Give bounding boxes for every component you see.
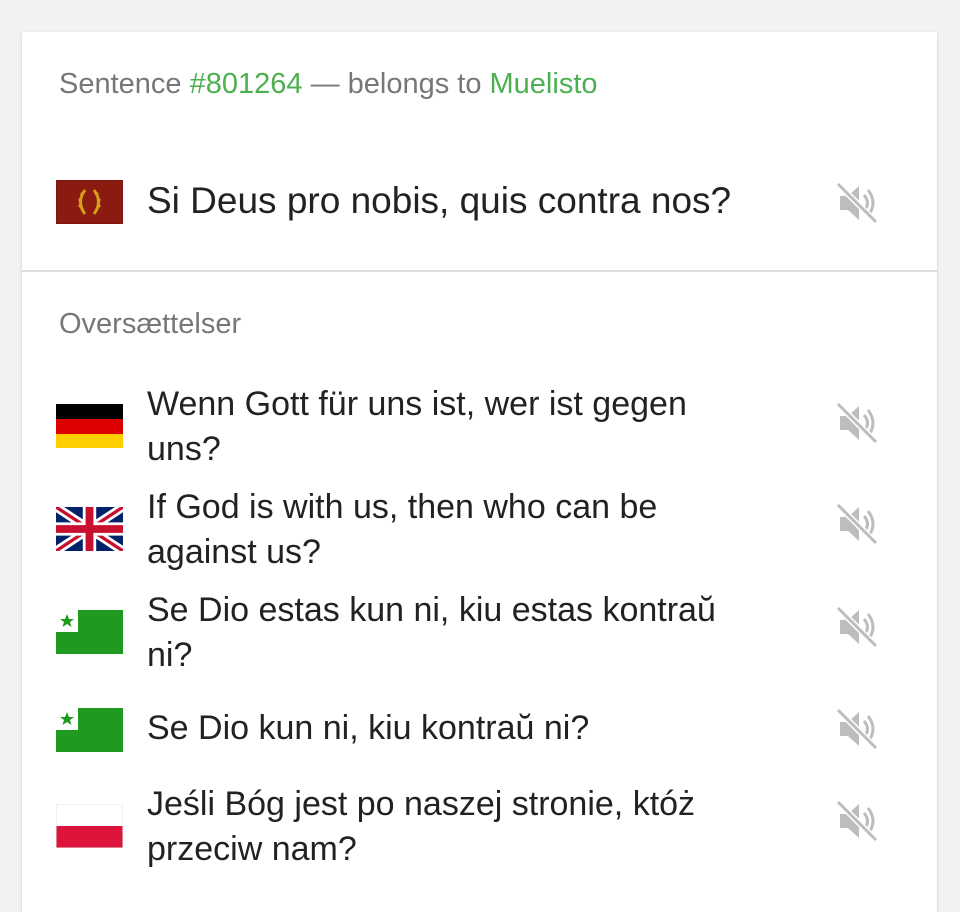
translation-text[interactable]: Wenn Gott für uns ist, wer ist gegen uns… [147,382,767,472]
translation-text[interactable]: If God is with us, then who can be again… [147,485,767,575]
header-middle: — belongs to [302,68,490,100]
owner-link[interactable]: Muelisto [490,68,598,100]
section-divider [22,270,937,272]
polish-flag-icon [56,804,123,848]
esperanto-flag-icon [56,610,123,654]
uk-flag-icon [56,507,123,551]
sentence-header: Sentence #801264 — belongs to Muelisto [59,68,598,101]
translation-text[interactable]: Jeśli Bóg jest po naszej stronie, któż p… [147,782,767,872]
main-sentence-text[interactable]: Si Deus pro nobis, quis contra nos? [147,177,767,225]
translations-label: Oversættelser [59,308,242,340]
audio-unavailable-icon[interactable] [834,604,880,650]
latin-flag-icon [56,180,123,224]
esperanto-flag-icon [56,708,123,752]
audio-unavailable-icon[interactable] [834,798,880,844]
audio-unavailable-icon[interactable] [834,706,880,752]
main-sentence-row: Si Deus pro nobis, quis contra nos? [22,170,937,240]
translation-text[interactable]: Se Dio estas kun ni, kiu estas kontraŭ n… [147,588,767,678]
audio-unavailable-icon[interactable] [834,501,880,547]
audio-unavailable-icon[interactable] [834,180,880,226]
translation-text[interactable]: Se Dio kun ni, kiu kontraŭ ni? [147,706,767,751]
sentence-card: Sentence #801264 — belongs to Muelisto S… [22,32,937,912]
sentence-id-link[interactable]: #801264 [190,68,303,100]
header-prefix: Sentence [59,68,190,100]
audio-unavailable-icon[interactable] [834,400,880,446]
german-flag-icon [56,404,123,448]
